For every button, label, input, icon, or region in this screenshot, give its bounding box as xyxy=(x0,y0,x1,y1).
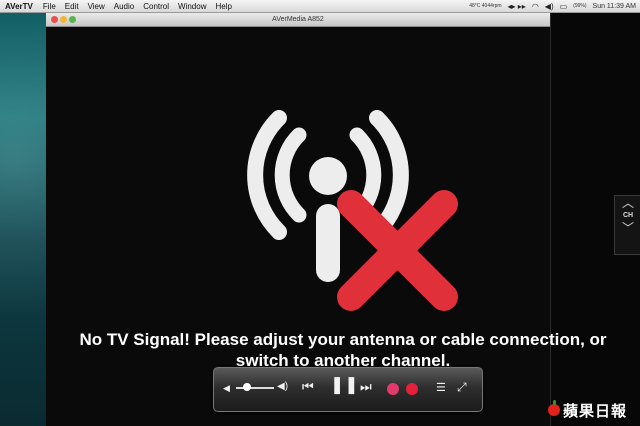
pause-icon[interactable]: ❚❚ xyxy=(330,376,359,393)
message-line-1: No TV Signal! Please adjust your antenna… xyxy=(79,330,607,349)
playlist-icon[interactable]: ☰ xyxy=(436,382,446,394)
battery-percent: (99%) xyxy=(573,3,587,9)
volume-high-icon[interactable]: ◀) xyxy=(277,381,288,393)
menu-app-name[interactable]: AVerTV xyxy=(5,2,33,11)
rewind-icon[interactable]: ⏮ xyxy=(302,380,314,393)
menu-help[interactable]: Help xyxy=(215,2,231,11)
menu-bar: AVerTV File Edit View Audio Control Wind… xyxy=(0,0,640,13)
desktop-background xyxy=(0,13,46,426)
window-zoom-button[interactable] xyxy=(69,16,76,23)
media-controls-icon[interactable]: ◂▸ ▸▸ xyxy=(508,2,526,11)
window-close-button[interactable] xyxy=(51,16,58,23)
channel-label: CH xyxy=(622,212,634,219)
apple-logo-icon xyxy=(548,400,560,416)
antenna-head xyxy=(309,157,347,195)
newspaper-watermark: 蘋果日報 xyxy=(548,397,640,423)
no-signal-message: No TV Signal! Please adjust your antenna… xyxy=(46,329,640,371)
wifi-icon[interactable]: ◠ xyxy=(532,2,539,11)
fullscreen-icon[interactable]: ⤢ xyxy=(457,381,467,393)
watermark-text: 蘋果日報 xyxy=(563,402,628,420)
volume-icon[interactable]: ◀) xyxy=(545,2,554,11)
menu-clock[interactable]: Sun 11:39 AM xyxy=(593,3,636,10)
menu-control[interactable]: Control xyxy=(143,2,169,11)
channel-down-icon[interactable]: ﹀ xyxy=(615,221,640,235)
play-icon[interactable] xyxy=(387,383,399,395)
channel-panel: ︿ CH ﹀ xyxy=(614,195,640,255)
battery-icon[interactable]: ▭ xyxy=(560,2,568,11)
window-title: AVerMedia A852 xyxy=(272,16,324,23)
window-titlebar[interactable]: AVerMedia A852 xyxy=(46,13,550,27)
volume-low-icon[interactable]: ◀ xyxy=(223,382,230,394)
menu-audio[interactable]: Audio xyxy=(114,2,134,11)
volume-slider-knob[interactable] xyxy=(243,383,252,391)
playback-controller: ◀ ◀) ⏮ ❚❚ ⏭ ☰ ⤢ xyxy=(213,367,483,412)
menu-status-area: 48°C 4044rpm ◂▸ ▸▸ ◠ ◀) ▭ (99%) Sun 11:3… xyxy=(469,2,636,11)
window-minimize-button[interactable] xyxy=(60,16,67,23)
menu-view[interactable]: View xyxy=(88,2,105,11)
volume-slider[interactable] xyxy=(236,387,274,389)
menu-edit[interactable]: Edit xyxy=(65,2,79,11)
menu-file[interactable]: File xyxy=(43,2,56,11)
channel-up-icon[interactable]: ︿ xyxy=(615,196,640,210)
temperature-fan-status: 48°C 4044rpm xyxy=(469,3,502,9)
menu-window[interactable]: Window xyxy=(178,2,206,11)
fast-forward-icon[interactable]: ⏭ xyxy=(360,380,372,393)
antenna-mast xyxy=(316,204,340,282)
no-signal-icon xyxy=(247,110,458,311)
record-icon[interactable] xyxy=(406,383,418,395)
